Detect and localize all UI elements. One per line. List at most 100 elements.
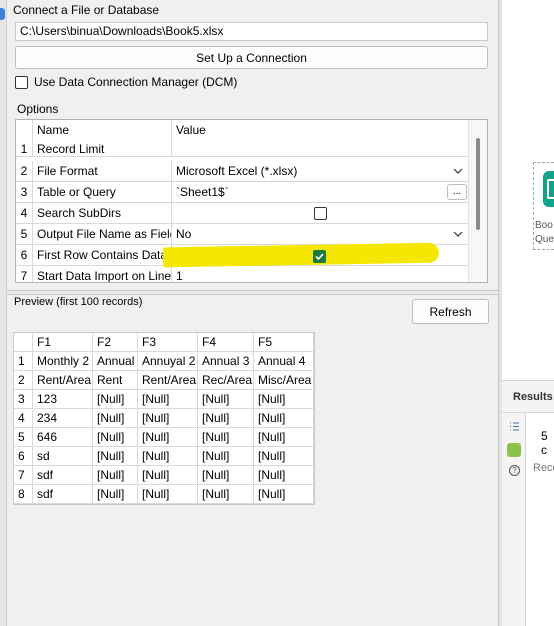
row-name: Start Data Import on Line [34,266,172,282]
row-number: 3 [16,182,33,203]
table-header-corner [14,333,33,352]
table-cell: Monthly 2 [33,352,93,371]
row-number: 1 [16,141,33,157]
table-cell: [Null] [198,390,254,409]
file-path-field[interactable]: C:\Users\binua\Downloads\Book5.xlsx [15,22,488,41]
option-row-file-format[interactable]: 2 File Format Microsoft Excel (*.xlsx) [16,161,469,182]
table-cell: [Null] [93,390,138,409]
table-cell: 646 [33,428,93,447]
table-cell: [Null] [198,466,254,485]
table-cell: [Null] [254,428,314,447]
table-cell: sd [33,447,93,466]
row-number: 3 [14,390,33,409]
table-cell: Annual 4 [254,352,314,371]
option-row-search-subdirs[interactable]: 4 Search SubDirs [16,203,469,224]
table-cell: [Null] [198,447,254,466]
results-count: 5 c [541,429,548,457]
panel-indicator-icon [0,8,5,20]
options-scrollbar[interactable] [468,120,487,282]
checkmark-icon [315,253,324,261]
table-cell: 123 [33,390,93,409]
preview-title: Preview (first 100 records) [14,296,143,308]
results-sidebar: ? [502,413,526,626]
table-cell: Rent/Area [138,371,198,390]
row-number: 6 [14,447,33,466]
table-query-value[interactable]: `Sheet1$` ... [173,182,469,203]
search-subdirs-checkbox[interactable] [314,207,327,220]
option-row-record-limit[interactable]: 1 Record Limit [16,141,469,157]
dcm-label: Use Data Connection Manager (DCM) [34,75,238,89]
table-cell: sdf [33,466,93,485]
refresh-button[interactable]: Refresh [412,299,489,324]
output-file-name-value: No [176,227,192,241]
table-cell: [Null] [138,428,198,447]
table-cell: [Null] [198,485,254,504]
panel-splitter[interactable] [7,290,498,295]
tool-label-line2: Que [535,234,554,245]
results-title: Results [513,391,553,403]
row-name: File Format [34,161,172,182]
table-cell: Annual [93,352,138,371]
table-cell: [Null] [93,485,138,504]
row-name: Record Limit [34,141,172,157]
table-cell: [Null] [254,390,314,409]
setup-connection-button[interactable]: Set Up a Connection [15,46,488,69]
column-header: F1 [33,333,93,352]
column-header: F4 [198,333,254,352]
scrollbar-thumb[interactable] [476,138,480,230]
table-cell: [Null] [198,428,254,447]
input-data-tool-icon[interactable] [543,171,554,207]
row-name: Search SubDirs [34,203,172,224]
row-number: 4 [16,203,33,224]
table-cell: [Null] [254,466,314,485]
results-pane: 5 c Reco [527,413,554,626]
row-number: 5 [14,428,33,447]
left-edge-strip [0,0,7,626]
table-cell: [Null] [93,466,138,485]
row-number: 1 [14,352,33,371]
record-column-header: Reco [533,462,554,474]
option-row-start-import-line[interactable]: 7 Start Data Import on Line 1 [16,266,469,282]
preview-table: F1 F2 F3 F4 F5 1 Monthly 2 Annual Annuyal 2… [13,332,315,505]
help-icon[interactable]: ? [509,465,520,476]
row-number: 7 [14,466,33,485]
search-subdirs-cell [173,203,469,224]
file-format-select[interactable]: Microsoft Excel (*.xlsx) [173,161,469,182]
row-name: First Row Contains Data [34,245,172,266]
table-cell: Annuyal 2 [138,352,198,371]
row-number: 8 [14,485,33,504]
table-cell: [Null] [254,409,314,428]
first-row-checkbox[interactable] [313,250,326,263]
table-cell: Rent [93,371,138,390]
table-cell: Rent/Area [33,371,93,390]
data-tag-icon[interactable] [507,443,521,457]
table-cell: [Null] [138,466,198,485]
table-cell: Rec/Area [198,371,254,390]
table-cell: [Null] [254,447,314,466]
start-line-value[interactable]: 1 [173,266,469,282]
table-cell: [Null] [93,428,138,447]
row-number: 6 [16,245,33,266]
row-number: 7 [16,266,33,282]
table-cell: [Null] [198,409,254,428]
option-row-table-or-query[interactable]: 3 Table or Query `Sheet1$` ... [16,182,469,203]
options-section-title: Options [17,102,59,116]
table-cell: sdf [33,485,93,504]
row-number: 4 [14,409,33,428]
row-name: Table or Query [34,182,172,203]
table-cell: [Null] [93,409,138,428]
column-header: F5 [254,333,314,352]
list-icon[interactable] [509,421,520,435]
file-format-value: Microsoft Excel (*.xlsx) [176,164,298,178]
row-value[interactable] [173,141,469,157]
browse-ellipsis-button[interactable]: ... [447,184,467,200]
connect-section-title: Connect a File or Database [13,3,160,17]
dcm-checkbox[interactable] [15,76,28,89]
option-row-output-file-name[interactable]: 5 Output File Name as Field No [16,224,469,245]
table-cell: Annual 3 [198,352,254,371]
table-cell: 234 [33,409,93,428]
table-cell: [Null] [138,485,198,504]
vertical-divider[interactable] [498,0,502,626]
table-cell: Misc/Area [254,371,314,390]
row-number: 2 [14,371,33,390]
